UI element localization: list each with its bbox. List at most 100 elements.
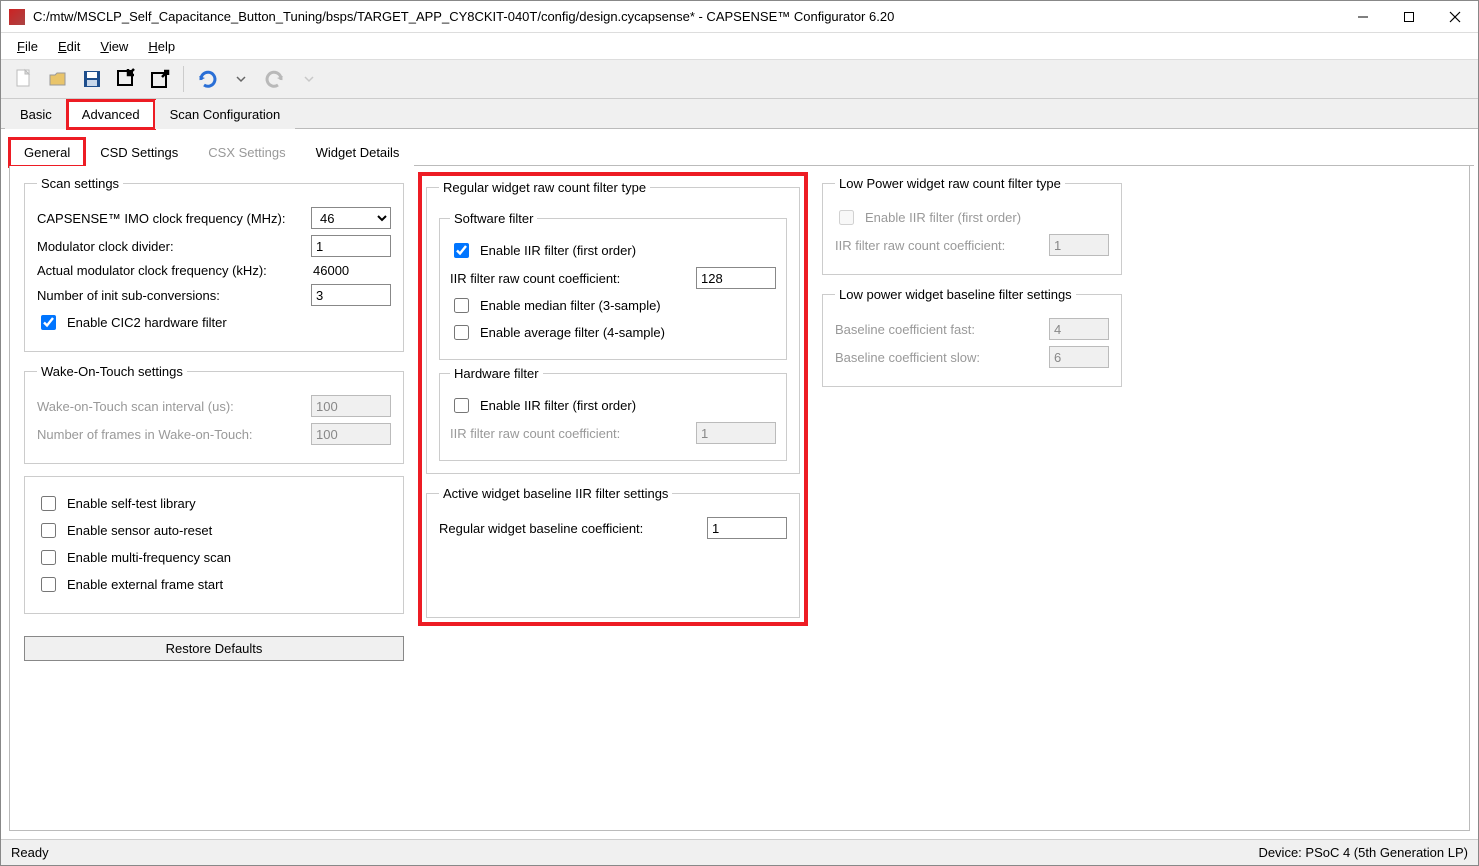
sw-enable-median-label: Enable median filter (3-sample) [480,298,661,313]
sw-enable-average-checkbox[interactable] [454,325,469,340]
reg-baseline-coef-input[interactable] [707,517,787,539]
new-file-icon [13,68,35,90]
tab-scan-configuration[interactable]: Scan Configuration [155,100,296,129]
undo-button[interactable] [190,62,224,96]
enable-cic2-checkbox[interactable] [41,315,56,330]
export-icon [149,68,171,90]
enable-selftest-checkbox[interactable] [41,496,56,511]
hardware-filter-group: Hardware filter Enable IIR filter (first… [439,366,787,461]
sw-iir-coef-label: IIR filter raw count coefficient: [450,271,688,286]
init-sub-conversions-label: Number of init sub-conversions: [37,288,303,303]
save-button[interactable] [75,62,109,96]
titlebar: C:/mtw/MSCLP_Self_Capacitance_Button_Tun… [1,1,1478,33]
imo-clock-label: CAPSENSE™ IMO clock frequency (MHz): [37,211,303,226]
enable-selftest-label: Enable self-test library [67,496,196,511]
hw-enable-iir-label: Enable IIR filter (first order) [480,398,636,413]
sw-enable-average-label: Enable average filter (4-sample) [480,325,665,340]
subtab-csx-settings: CSX Settings [193,138,300,167]
tab-advanced[interactable]: Advanced [67,100,155,129]
redo-icon [264,68,286,90]
lowpower-baseline-legend: Low power widget baseline filter setting… [835,287,1076,302]
wot-frames-input [311,423,391,445]
restore-defaults-button[interactable]: Restore Defaults [24,636,404,661]
sw-iir-coef-input[interactable] [696,267,776,289]
enable-autoreset-label: Enable sensor auto-reset [67,523,212,538]
subtab-general[interactable]: General [9,138,85,167]
status-ready: Ready [11,845,49,860]
window-controls [1340,1,1478,33]
new-button[interactable] [7,62,41,96]
undo-icon [196,68,218,90]
menubar: File Edit View Help [1,33,1478,59]
general-content: Scan settings CAPSENSE™ IMO clock freque… [9,166,1470,831]
menu-view[interactable]: View [90,36,138,57]
active-baseline-group: Active widget baseline IIR filter settin… [426,486,800,618]
open-folder-icon [47,68,69,90]
undo-dropdown[interactable] [224,62,258,96]
imo-clock-select[interactable]: 46 [311,207,391,229]
save-icon [81,68,103,90]
wot-frames-label: Number of frames in Wake-on-Touch: [37,427,303,442]
hw-iir-coef-input [696,422,776,444]
minimize-icon [1357,11,1369,23]
hw-enable-iir-checkbox[interactable] [454,398,469,413]
init-sub-conversions-input[interactable] [311,284,391,306]
sw-enable-iir-label: Enable IIR filter (first order) [480,243,636,258]
lp-baseline-fast-input [1049,318,1109,340]
lowpower-filter-group: Low Power widget raw count filter type E… [822,176,1122,275]
menu-file[interactable]: File [7,36,48,57]
scan-settings-legend: Scan settings [37,176,123,191]
reg-baseline-coef-label: Regular widget baseline coefficient: [439,521,699,536]
enable-cic2-label: Enable CIC2 hardware filter [67,315,227,330]
scan-settings-group: Scan settings CAPSENSE™ IMO clock freque… [24,176,404,352]
chevron-down-icon [236,74,246,84]
actual-mod-freq-value: 46000 [311,263,391,278]
mod-clock-divider-label: Modulator clock divider: [37,239,303,254]
wot-interval-input [311,395,391,417]
sw-enable-median-checkbox[interactable] [454,298,469,313]
minimize-button[interactable] [1340,1,1386,33]
main-tabs: Basic Advanced Scan Configuration [1,99,1478,129]
window-title: C:/mtw/MSCLP_Self_Capacitance_Button_Tun… [33,9,1340,24]
misc-options-group: Enable self-test library Enable sensor a… [24,476,404,614]
enable-extframe-checkbox[interactable] [41,577,56,592]
enable-multifreq-label: Enable multi-frequency scan [67,550,231,565]
mod-clock-divider-input[interactable] [311,235,391,257]
sw-enable-iir-checkbox[interactable] [454,243,469,258]
import-icon [115,68,137,90]
regular-filter-group: Regular widget raw count filter type Sof… [426,180,800,474]
subtab-csd-settings[interactable]: CSD Settings [85,138,193,167]
statusbar: Ready Device: PSoC 4 (5th Generation LP) [1,839,1478,865]
regular-filter-highlight: Regular widget raw count filter type Sof… [418,172,808,626]
enable-extframe-label: Enable external frame start [67,577,223,592]
menu-edit[interactable]: Edit [48,36,90,57]
open-button[interactable] [41,62,75,96]
toolbar [1,59,1478,99]
enable-multifreq-checkbox[interactable] [41,550,56,565]
wake-on-touch-group: Wake-On-Touch settings Wake-on-Touch sca… [24,364,404,464]
subtab-widget-details[interactable]: Widget Details [301,138,415,167]
active-baseline-legend: Active widget baseline IIR filter settin… [439,486,672,501]
import-button[interactable] [109,62,143,96]
lp-enable-iir-checkbox [839,210,854,225]
regular-filter-legend: Regular widget raw count filter type [439,180,650,195]
hw-iir-coef-label: IIR filter raw count coefficient: [450,426,688,441]
lp-baseline-fast-label: Baseline coefficient fast: [835,322,1041,337]
app-icon [9,9,25,25]
lp-baseline-slow-label: Baseline coefficient slow: [835,350,1041,365]
lowpower-baseline-group: Low power widget baseline filter setting… [822,287,1122,387]
toolbar-separator [183,66,184,92]
wot-legend: Wake-On-Touch settings [37,364,187,379]
maximize-button[interactable] [1386,1,1432,33]
redo-dropdown[interactable] [292,62,326,96]
export-button[interactable] [143,62,177,96]
redo-button[interactable] [258,62,292,96]
tab-basic[interactable]: Basic [5,100,67,129]
close-icon [1449,11,1461,23]
lp-iir-coef-label: IIR filter raw count coefficient: [835,238,1041,253]
actual-mod-freq-label: Actual modulator clock frequency (kHz): [37,263,303,278]
enable-autoreset-checkbox[interactable] [41,523,56,538]
menu-help[interactable]: Help [138,36,185,57]
software-filter-group: Software filter Enable IIR filter (first… [439,211,787,360]
close-button[interactable] [1432,1,1478,33]
